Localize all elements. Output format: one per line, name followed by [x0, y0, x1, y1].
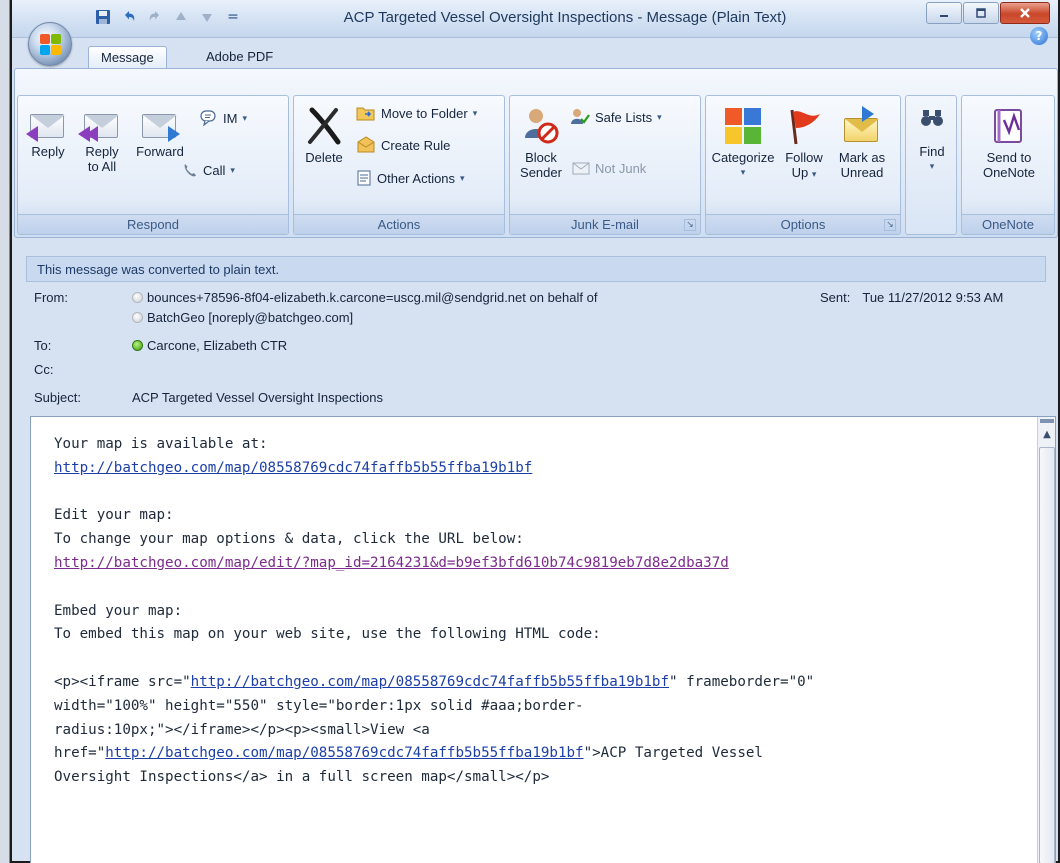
message-body-text: Your map is available at: http://batchge… — [54, 433, 1014, 790]
close-icon[interactable] — [1000, 2, 1050, 24]
safe-lists-button[interactable]: Safe Lists ▾ — [570, 108, 662, 126]
reply-icon — [26, 108, 68, 142]
create-rule-icon — [357, 136, 375, 153]
group-onenote: Send to OneNote OneNote — [961, 95, 1055, 235]
sent-field: Sent: Tue 11/27/2012 9:53 AM — [820, 290, 1004, 305]
help-icon[interactable]: ? — [1030, 27, 1048, 45]
presence-online-icon — [132, 340, 143, 351]
block-sender-button[interactable]: Block Sender — [516, 106, 566, 180]
onenote-icon — [989, 106, 1029, 146]
send-to-onenote-button[interactable]: Send to OneNote — [972, 106, 1046, 180]
group-options: Categorize ▾ Follow Up ▾ Mark as Unread … — [705, 95, 901, 235]
href-link[interactable]: http://batchgeo.com/map/08558769cdc74faf… — [105, 745, 583, 761]
other-actions-icon — [357, 170, 371, 186]
edit-map-link[interactable]: http://batchgeo.com/map/edit/?map_id=216… — [54, 555, 729, 571]
block-sender-icon — [521, 106, 561, 146]
not-junk-icon — [572, 162, 590, 175]
group-respond: Reply Reply to All Forward IM ▾ Call ▾ R… — [17, 95, 289, 235]
mark-as-unread-button[interactable]: Mark as Unread — [832, 106, 892, 180]
body-line: " frameborder="0" — [669, 673, 815, 690]
subject-value: ACP Targeted Vessel Oversight Inspection… — [132, 390, 383, 405]
body-line: To embed this map on your web site, use … — [54, 626, 601, 643]
body-line: <p><iframe src=" — [54, 673, 191, 690]
reply-all-icon — [78, 108, 122, 142]
not-junk-button[interactable]: Not Junk — [572, 160, 646, 176]
split-handle[interactable] — [1040, 419, 1054, 423]
forward-button[interactable]: Forward — [132, 108, 188, 159]
scrollbar-thumb[interactable] — [1039, 447, 1055, 863]
office-button-icon[interactable] — [28, 22, 72, 66]
from-label: From: — [34, 290, 68, 305]
vertical-scrollbar[interactable]: ▲ — [1037, 417, 1055, 863]
tab-message[interactable]: Message — [88, 46, 167, 68]
mark-unread-icon — [842, 106, 882, 146]
create-rule-button[interactable]: Create Rule — [356, 136, 450, 154]
reply-button[interactable]: Reply — [24, 108, 72, 159]
flag-icon — [784, 106, 824, 146]
scroll-up-arrow-icon[interactable]: ▲ — [1040, 427, 1054, 443]
outlook-message-window: = ACP Targeted Vessel Oversight Inspecti… — [0, 0, 1060, 863]
categorize-icon — [723, 106, 763, 146]
other-actions-button[interactable]: Other Actions ▾ — [356, 170, 465, 186]
forward-icon — [140, 108, 180, 142]
from-address[interactable]: bounces+78596-8f04-elizabeth.k.carcone=u… — [132, 290, 597, 305]
map-link[interactable]: http://batchgeo.com/map/08558769cdc74faf… — [54, 460, 532, 476]
window-controls — [926, 2, 1050, 24]
im-button[interactable]: IM ▾ — [200, 110, 247, 126]
categorize-button[interactable]: Categorize ▾ — [710, 106, 776, 180]
group-label-onenote: OneNote — [962, 214, 1054, 234]
title-bar: = ACP Targeted Vessel Oversight Inspecti… — [12, 0, 1058, 38]
tab-adobe-pdf[interactable]: Adobe PDF — [194, 46, 285, 68]
ribbon-tabs: Message Adobe PDF — [12, 38, 1058, 68]
options-dialog-launcher-icon[interactable]: ↘ — [884, 219, 896, 231]
cc-label: Cc: — [34, 362, 54, 377]
body-line: Embed your map: — [54, 602, 183, 619]
message-body[interactable]: Your map is available at: http://batchge… — [30, 416, 1056, 863]
binoculars-icon — [920, 106, 944, 130]
body-line: To change your map options & data, click… — [54, 531, 524, 548]
message-window: = ACP Targeted Vessel Oversight Inspecti… — [10, 0, 1060, 863]
to-label: To: — [34, 338, 52, 353]
body-line: href=" — [54, 745, 106, 762]
subject-label: Subject: — [34, 390, 81, 405]
phone-icon — [184, 164, 196, 177]
office-logo-icon — [40, 34, 62, 56]
junk-dialog-launcher-icon[interactable]: ↘ — [684, 219, 696, 231]
ribbon: Reply Reply to All Forward IM ▾ Call ▾ R… — [14, 68, 1058, 238]
group-junk-email: Block Sender Safe Lists ▾ Not Junk Junk … — [509, 95, 701, 235]
presence-icon — [132, 312, 143, 323]
body-line: Your map is available at: — [54, 436, 268, 452]
group-label-junk-email: Junk E-mail — [510, 214, 700, 234]
presence-icon — [132, 292, 143, 303]
body-line: ">ACP Targeted Vessel — [583, 745, 763, 762]
call-button[interactable]: Call ▾ — [182, 162, 235, 178]
find-button[interactable]: Find ▾ — [910, 106, 954, 174]
im-icon — [200, 110, 216, 126]
safe-lists-icon — [571, 109, 590, 124]
group-label-respond: Respond — [18, 214, 288, 234]
delete-x-icon — [304, 106, 344, 146]
delete-button[interactable]: Delete — [300, 106, 348, 165]
body-line: Oversight Inspections</a> in a full scre… — [54, 769, 550, 786]
group-actions: Delete Move to Folder ▾ Create Rule Othe… — [293, 95, 505, 235]
move-to-folder-button[interactable]: Move to Folder ▾ — [356, 104, 477, 122]
group-label-options: Options — [706, 214, 900, 234]
window-title: ACP Targeted Vessel Oversight Inspection… — [343, 9, 787, 26]
maximize-icon[interactable] — [963, 2, 999, 24]
group-find: Find ▾ — [905, 95, 957, 235]
folder-move-icon — [356, 107, 375, 121]
info-bar[interactable]: This message was converted to plain text… — [26, 256, 1046, 282]
group-label-actions: Actions — [294, 214, 504, 234]
follow-up-button[interactable]: Follow Up ▾ — [778, 106, 830, 182]
body-line: width="100%" height="550" style="border:… — [54, 697, 584, 714]
background-window-edge — [0, 0, 10, 863]
iframe-src-link[interactable]: http://batchgeo.com/map/08558769cdc74faf… — [191, 674, 669, 690]
to-recipient[interactable]: Carcone, Elizabeth CTR — [132, 338, 287, 353]
reply-all-button[interactable]: Reply to All — [78, 108, 126, 174]
from-on-behalf[interactable]: BatchGeo [noreply@batchgeo.com] — [132, 310, 353, 325]
minimize-icon[interactable] — [926, 2, 962, 24]
body-line: radius:10px;"></iframe></p><p><small>Vie… — [54, 721, 430, 738]
body-line: Edit your map: — [54, 507, 174, 524]
